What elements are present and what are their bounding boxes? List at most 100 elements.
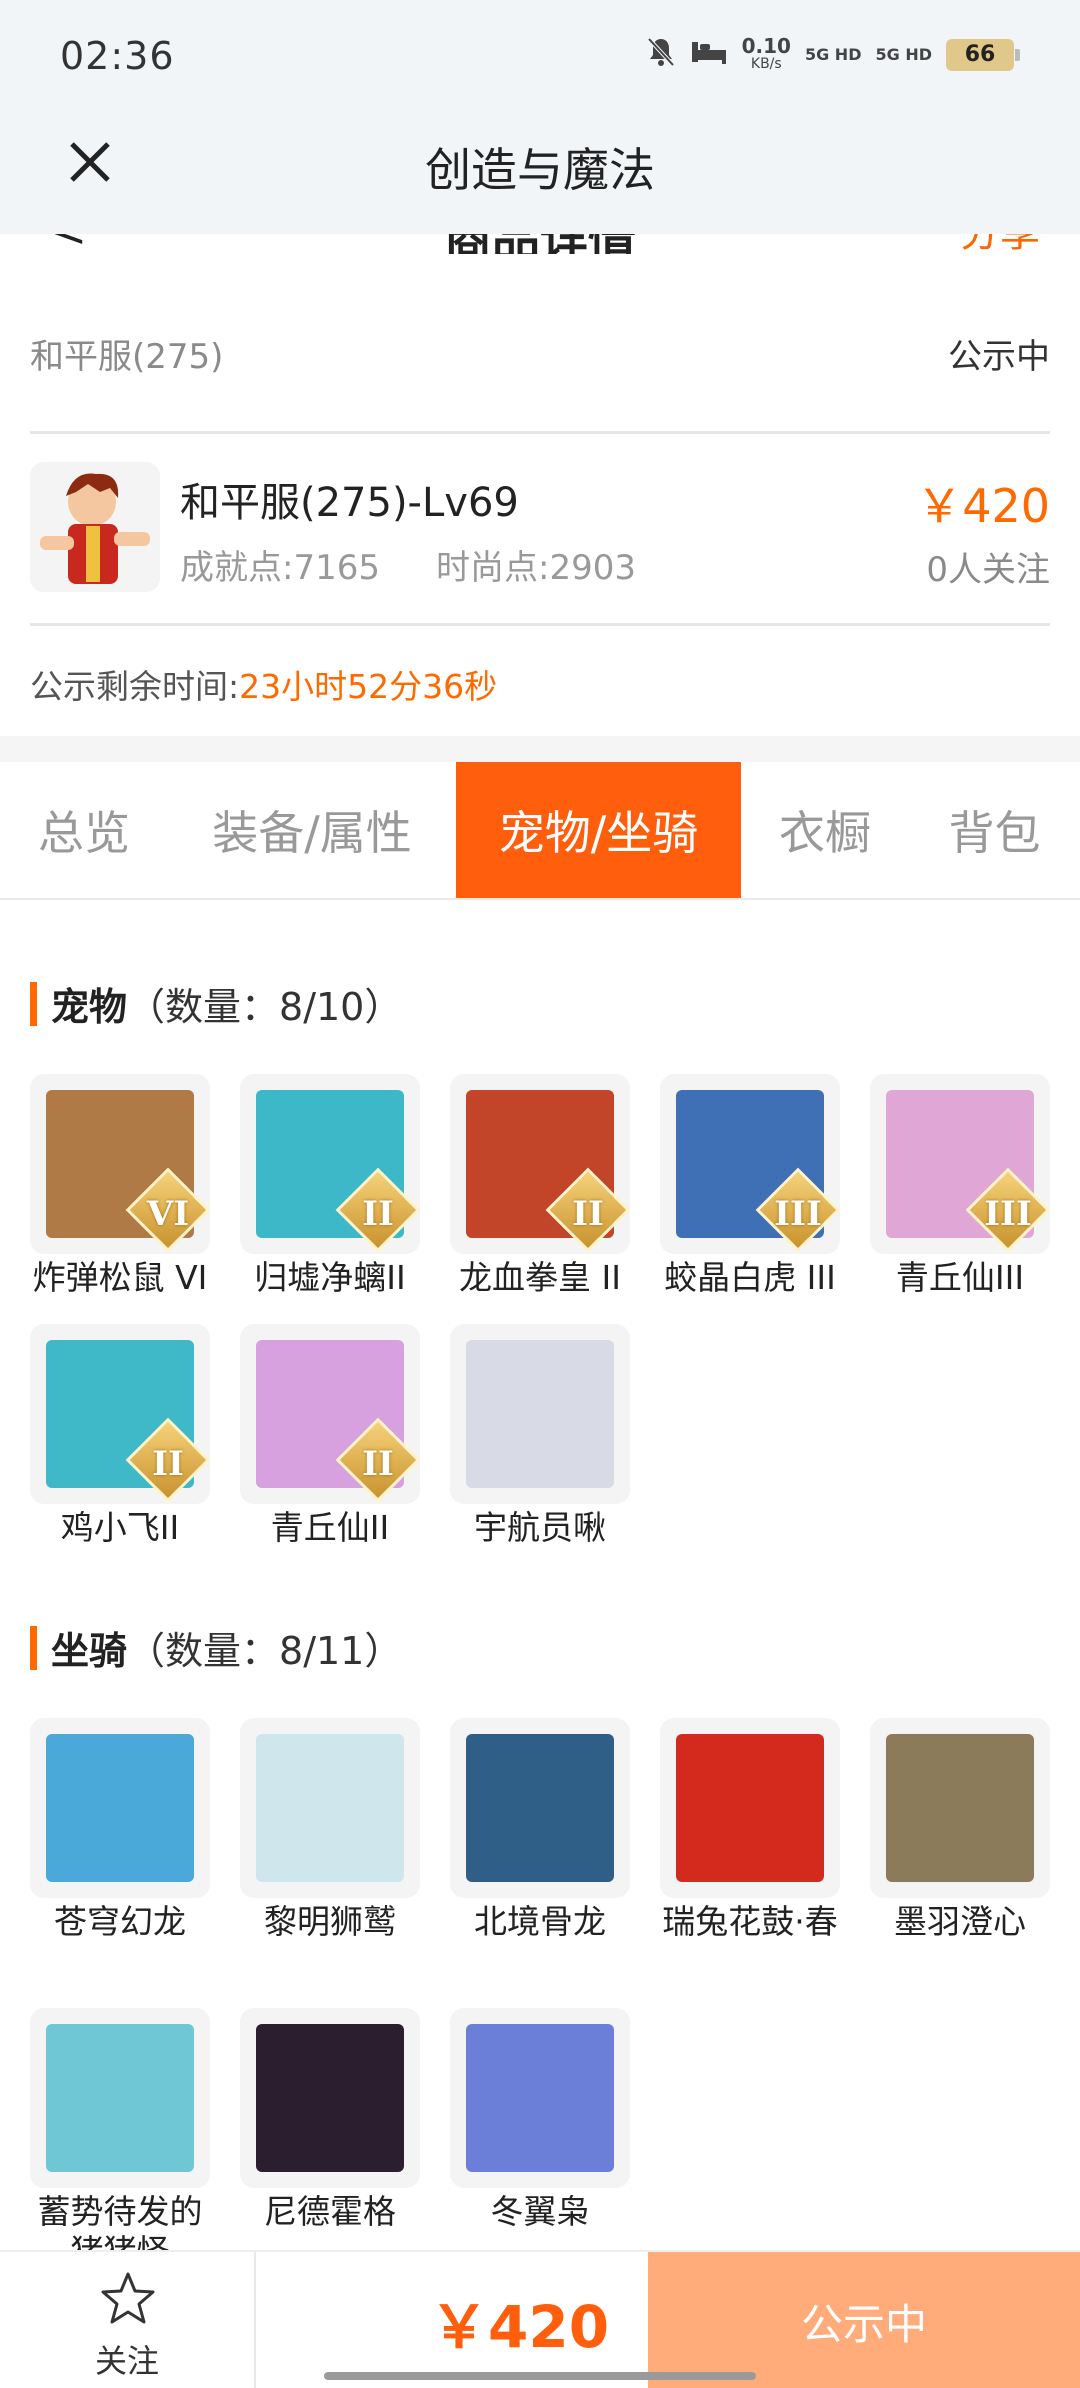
public-status-button[interactable]: 公示中 [648,2252,1080,2388]
mount-image [256,2024,404,2172]
mount-item[interactable]: 苍穹幻龙 [30,1718,210,1942]
mount-image [256,1734,404,1882]
pet-name: 宇航员啾 [474,1508,606,1547]
mount-image [46,1734,194,1882]
public-timer: 公示剩余时间:23小时52分36秒 [30,660,497,708]
follower-count: 0人关注 [926,550,1050,590]
app-title: 创造与魔法 [425,143,655,197]
star-icon [101,2272,155,2324]
battery-icon: 66 [946,38,1020,71]
pet-thumbnail: VI [30,1074,210,1254]
mount-thumbnail [30,1718,210,1898]
mounts-title: 坐骑 [51,1629,128,1673]
mount-image [466,1734,614,1882]
pet-name: 蛟晶白虎 III [664,1258,836,1297]
tier-badge-text: II [362,1194,394,1234]
signal-1: 5G HD [804,44,862,64]
pet-thumbnail: III [660,1074,840,1254]
tab-backpack[interactable]: 背包 [909,762,1080,898]
tab-pets-mounts[interactable]: 宠物/坐骑 [456,762,741,898]
bottom-price: ￥420 [430,2293,610,2361]
timer-value: 23小时52分36秒 [239,667,498,706]
mount-thumbnail [30,2008,210,2188]
pet-item[interactable]: III 蛟晶白虎 III [660,1074,840,1298]
server-row: 和平服(275) 公示中 [30,320,1050,434]
mount-item[interactable]: 蓄势待发的猪猪怪 [30,2008,210,2272]
top-area: 02:36 0.10 KB/s 5G HD 5G HD 66 创造与魔法 [0,0,1080,234]
status-icons: 0.10 KB/s 5G HD 5G HD 66 [646,36,1020,73]
mount-thumbnail [450,2008,630,2188]
tier-badge-text: II [152,1444,184,1484]
mount-image [886,1734,1034,1882]
share-link[interactable]: 分享 [960,234,1040,254]
character-stats: 成就点:7165 时尚点:2903 [180,540,636,589]
follow-label: 关注 [94,2342,159,2380]
follow-button[interactable]: 关注 [0,2252,256,2388]
pet-name: 炸弹松鼠 VI [32,1258,208,1297]
pets-count: （数量：8/10） [127,985,403,1029]
mounts-section-title: 坐骑 （数量：8/11） [30,1620,402,1675]
status-bar: 02:36 0.10 KB/s 5G HD 5G HD 66 [0,0,1080,110]
section-accent-bar [30,1625,37,1670]
mount-item[interactable]: 尼德霍格 [240,2008,420,2232]
tab-overview[interactable]: 总览 [0,762,168,898]
pet-item[interactable]: 宇航员啾 [450,1324,630,1548]
divider-band [0,736,1080,762]
tier-badge-text: II [362,1444,394,1484]
achievement-points: 成就点:7165 [180,548,380,588]
status-time: 02:36 [60,34,175,78]
home-indicator[interactable] [324,2372,756,2380]
mount-image [466,2024,614,2172]
pet-name: 鸡小飞II [60,1508,180,1547]
pet-item[interactable]: II 龙血拳皇 II [450,1074,630,1298]
tier-badge-text: III [774,1194,822,1234]
pet-item[interactable]: II 鸡小飞II [30,1324,210,1548]
mount-name: 北境骨龙 [474,1902,606,1941]
character-avatar [30,462,160,592]
mount-item[interactable]: 冬翼枭 [450,2008,630,2232]
mount-image [46,2024,194,2172]
timer-label: 公示剩余时间: [30,667,240,706]
pets-section-title: 宠物 （数量：8/10） [30,976,402,1031]
pet-image [466,1340,614,1488]
mount-image [676,1734,824,1882]
tab-bar: 总览 装备/属性 宠物/坐骑 衣橱 背包 [0,762,1080,900]
pet-thumbnail: II [240,1074,420,1254]
mount-item[interactable]: 瑞兔花鼓·春 [660,1718,840,1942]
pet-item[interactable]: VI 炸弹松鼠 VI [30,1074,210,1298]
pet-thumbnail: II [240,1324,420,1504]
app-bar: 创造与魔法 [0,110,1080,234]
mount-item[interactable]: 墨羽澄心 [870,1718,1050,1942]
tab-equipment[interactable]: 装备/属性 [168,762,456,898]
tier-badge-text: II [572,1194,604,1234]
page-title: 商品详情 [0,234,1080,254]
pet-name: 归墟净螭II [254,1258,406,1297]
pet-thumbnail: II [450,1074,630,1254]
mount-name: 瑞兔花鼓·春 [662,1902,838,1941]
tier-badge-text: III [984,1194,1032,1234]
mount-name: 苍穹幻龙 [54,1902,186,1941]
pet-item[interactable]: III 青丘仙III [870,1074,1050,1298]
pet-item[interactable]: II 青丘仙II [240,1324,420,1548]
mount-name: 尼德霍格 [264,2192,396,2231]
pet-item[interactable]: II 归墟净螭II [240,1074,420,1298]
page-header-peek: < 商品详情 分享 [0,234,1080,254]
tab-wardrobe[interactable]: 衣橱 [741,762,909,898]
mount-name: 墨羽澄心 [894,1902,1026,1941]
mount-name: 冬翼枭 [490,2192,590,2231]
bottom-bar: 关注 ￥420 公示中 [0,2250,1080,2388]
character-card[interactable]: 和平服(275)-Lv69 成就点:7165 时尚点:2903 ￥420 0人关注 [30,434,1050,626]
pet-thumbnail [450,1324,630,1504]
mount-thumbnail [240,1718,420,1898]
pets-title: 宠物 [51,985,128,1029]
mounts-count: （数量：8/11） [127,1629,403,1673]
section-accent-bar [30,981,37,1026]
tier-badge-text: VI [146,1194,190,1234]
character-price: ￥420 [916,479,1050,533]
mount-thumbnail [870,1718,1050,1898]
mount-item[interactable]: 黎明狮鹫 [240,1718,420,1942]
mount-item[interactable]: 北境骨龙 [450,1718,630,1942]
mute-bell-icon [646,36,676,73]
pet-name: 青丘仙III [895,1258,1025,1297]
mount-thumbnail [450,1718,630,1898]
